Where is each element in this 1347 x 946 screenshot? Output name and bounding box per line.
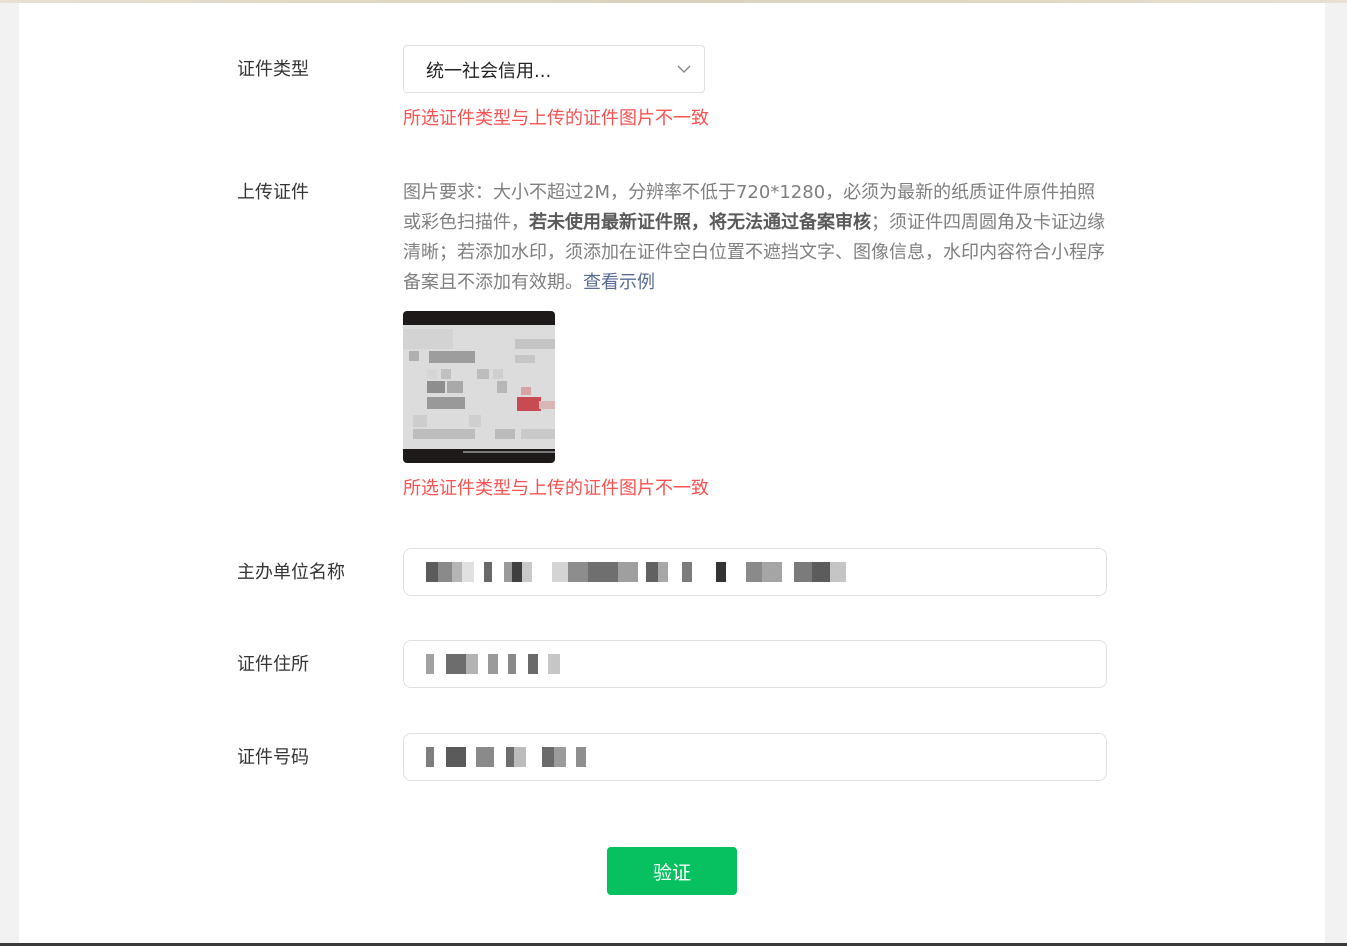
cert-type-select[interactable]: 统一社会信用...: [403, 45, 705, 93]
form-card: [19, 3, 1325, 943]
cert-address-input[interactable]: [403, 640, 1107, 688]
org-name-redacted-value: [426, 562, 846, 582]
verify-button[interactable]: 验证: [607, 847, 737, 895]
org-name-label: 主办单位名称: [237, 562, 345, 583]
cert-address-label: 证件住所: [237, 654, 309, 675]
cert-number-input[interactable]: [403, 733, 1107, 781]
org-name-input[interactable]: [403, 548, 1107, 596]
requirements-warning: 若未使用最新证件照，将无法通过备案审核: [529, 212, 871, 233]
upload-cert-label: 上传证件: [237, 182, 309, 203]
view-example-link[interactable]: 查看示例: [583, 272, 655, 293]
cert-number-label: 证件号码: [237, 747, 309, 768]
cert-image-preview: [403, 311, 555, 463]
uploaded-cert-image[interactable]: [403, 311, 555, 463]
cert-type-label: 证件类型: [237, 59, 309, 80]
cert-type-selected-value: 统一社会信用...: [426, 61, 552, 82]
cert-type-error: 所选证件类型与上传的证件图片不一致: [403, 108, 709, 129]
cert-number-redacted-value: [426, 747, 586, 767]
upload-cert-error: 所选证件类型与上传的证件图片不一致: [403, 478, 709, 499]
cert-address-redacted-value: [426, 654, 560, 674]
chevron-down-icon: [677, 65, 691, 73]
upload-requirements: 图片要求：大小不超过2M，分辨率不低于720*1280，必须为最新的纸质证件原件…: [403, 178, 1111, 298]
